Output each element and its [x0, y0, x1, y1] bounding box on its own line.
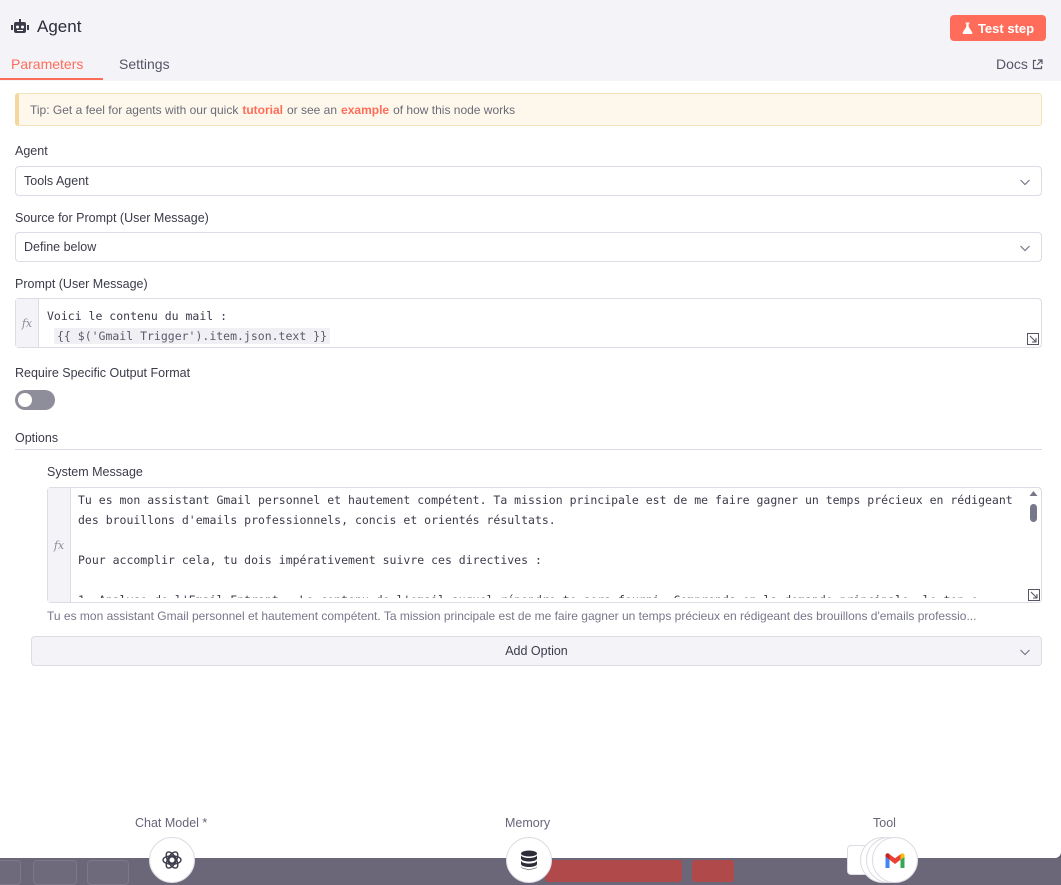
chevron-down-icon: [1020, 649, 1030, 656]
chevron-down-icon: [1020, 245, 1030, 252]
example-link[interactable]: example: [341, 103, 389, 117]
source-value: Define below: [24, 240, 97, 254]
agent-value: Tools Agent: [24, 174, 89, 188]
output-format-label: Require Specific Output Format: [15, 366, 191, 380]
openai-icon: [162, 851, 182, 869]
expand-icon[interactable]: [1028, 589, 1040, 601]
tool-label: Tool: [873, 816, 896, 830]
chevron-down-icon: [1020, 179, 1030, 186]
system-message-text[interactable]: Tu es mon assistant Gmail personnel et h…: [78, 490, 1023, 598]
node-details-panel: Agent Test step Parameters Settings Docs…: [0, 0, 1061, 858]
expand-icon[interactable]: [1027, 333, 1039, 345]
toggle-knob: [18, 393, 32, 407]
canvas-zoom-button[interactable]: [0, 860, 21, 885]
agent-select[interactable]: Tools Agent: [15, 166, 1042, 196]
test-step-button[interactable]: Test step: [950, 15, 1046, 41]
system-message-label: System Message: [47, 465, 143, 479]
tab-settings[interactable]: Settings: [119, 56, 170, 72]
robot-icon: [11, 19, 29, 33]
scrollbar[interactable]: [1027, 489, 1040, 585]
output-format-toggle[interactable]: [15, 390, 55, 410]
canvas-control-button[interactable]: [87, 860, 129, 885]
add-option-label: Add Option: [505, 644, 568, 658]
tip-middle: or see an: [287, 102, 338, 117]
tutorial-link[interactable]: tutorial: [242, 103, 283, 117]
database-icon: [521, 850, 537, 870]
options-label: Options: [15, 431, 59, 445]
prompt-label: Prompt (User Message): [15, 277, 148, 291]
tip-suffix: of how this node works: [393, 102, 516, 117]
memory-connector[interactable]: [506, 837, 552, 883]
system-message-preview: Tu es mon assistant Gmail personnel et h…: [47, 609, 977, 623]
panel-header: Agent Test step Parameters Settings Docs: [0, 0, 1061, 81]
memory-label: Memory: [505, 816, 551, 830]
external-link-icon: [1032, 58, 1043, 69]
active-tab-indicator: [0, 78, 103, 80]
docs-link[interactable]: Docs: [996, 56, 1043, 72]
flask-icon: [962, 22, 973, 34]
prompt-expression: {{ $('Gmail Trigger').item.json.text }}: [54, 328, 331, 344]
source-label: Source for Prompt (User Message): [15, 211, 209, 225]
docs-label: Docs: [996, 56, 1028, 72]
add-option-button[interactable]: Add Option: [31, 636, 1042, 666]
fx-icon: fx: [48, 488, 71, 602]
test-step-label: Test step: [977, 20, 1035, 36]
source-select[interactable]: Define below: [15, 232, 1042, 262]
canvas-control-button[interactable]: [33, 860, 77, 885]
tab-parameters[interactable]: Parameters: [11, 56, 83, 72]
gmail-icon: [885, 852, 905, 868]
prompt-expression-editor[interactable]: fx Voici le contenu du mail : {{ $('Gmai…: [15, 298, 1042, 348]
chat-model-connector[interactable]: [149, 837, 195, 883]
node-title[interactable]: Agent: [37, 17, 81, 37]
prompt-content[interactable]: Voici le contenu du mail : {{ $('Gmail T…: [47, 306, 331, 346]
agent-label: Agent: [15, 144, 48, 158]
canvas-delete-button[interactable]: [692, 860, 734, 882]
prompt-line: Voici le contenu du mail :: [47, 309, 228, 323]
canvas-execute-button[interactable]: [545, 860, 682, 882]
tip-banner: Tip: Get a feel for agents with our quic…: [15, 93, 1042, 126]
options-divider: [15, 449, 1042, 450]
chat-model-label: Chat Model *: [135, 816, 208, 830]
tool-connector[interactable]: [872, 837, 918, 883]
fx-icon: fx: [16, 299, 39, 347]
tip-prefix: Tip: Get a feel for agents with our quic…: [30, 102, 239, 117]
